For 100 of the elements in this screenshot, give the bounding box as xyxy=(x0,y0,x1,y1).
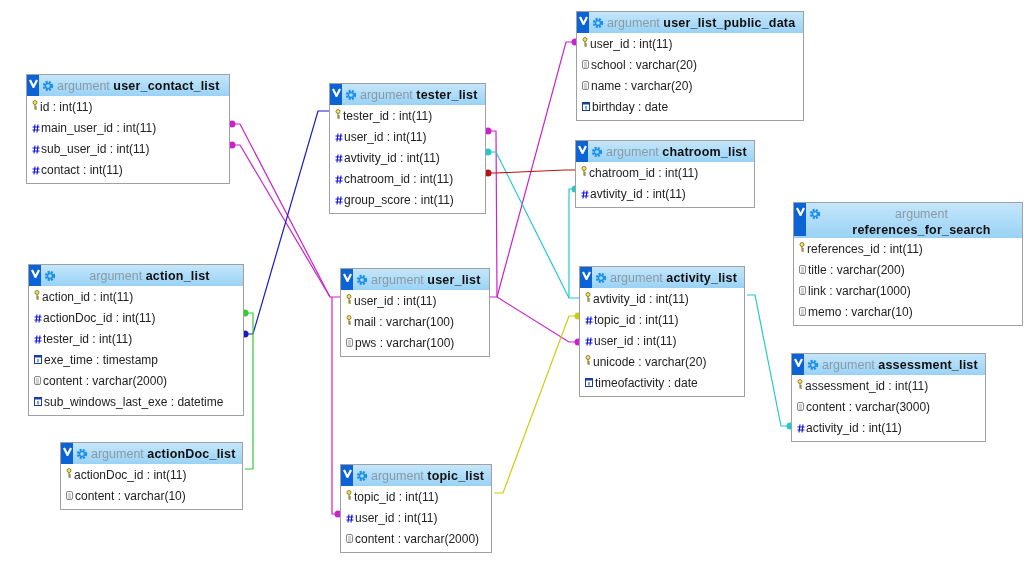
column-field: content : varchar(2000) xyxy=(43,374,168,388)
document-icon xyxy=(582,81,589,90)
schema-label: argument xyxy=(822,358,875,372)
document-icon xyxy=(66,491,73,500)
table-card[interactable]: argument user_list user_id : int(11) mail : varchar(100) pws : varchar(100) xyxy=(340,268,490,357)
column-field: user_id : int(11) xyxy=(354,294,437,308)
toggle-button[interactable] xyxy=(577,12,589,33)
column-field: birthday : date xyxy=(592,100,669,114)
document-icon xyxy=(799,265,806,274)
settings-icon[interactable] xyxy=(44,270,56,282)
column-field: exe_time : timestamp xyxy=(44,353,159,367)
settings-icon[interactable] xyxy=(356,274,368,286)
column-field: action_id : int(11) xyxy=(42,290,134,304)
key-icon xyxy=(581,166,587,176)
table-card[interactable]: argument user_list_public_data user_id : int(11) school : varchar(20) name : varchar(20) birthday : date xyxy=(576,11,804,121)
toggle-button[interactable] xyxy=(580,267,592,288)
table-name: user_list xyxy=(427,273,481,287)
column-field: content : varchar(2000) xyxy=(355,532,480,546)
schema-label: argument xyxy=(610,271,663,285)
column-field: memo : varchar(10) xyxy=(808,305,913,319)
settings-icon[interactable] xyxy=(345,89,357,101)
table-card[interactable]: argument chatroom_list chatroom_id : int(11) avtivity_id : int(11) xyxy=(575,140,755,208)
column-field: topic_id : int(11) xyxy=(594,313,679,327)
hash-icon xyxy=(335,196,343,205)
table-card[interactable]: argument actionDoc_list actionDoc_id : int(11) content : varchar(10) xyxy=(60,442,243,510)
document-icon xyxy=(346,534,353,543)
table-card[interactable]: argument tester_list tester_id : int(11) user_id : int(11) avtivity_id : int(11) chatroom_id : int(11) group_score : int(11) xyxy=(329,83,486,214)
schema-label: argument xyxy=(607,16,660,30)
column-field: id : int(11) xyxy=(40,100,93,114)
settings-icon[interactable] xyxy=(591,146,603,158)
column-field: avtivity_id : int(11) xyxy=(344,151,440,165)
hash-icon xyxy=(335,154,343,163)
column-field: content : varchar(3000) xyxy=(806,400,931,414)
hash-icon xyxy=(585,337,593,346)
chevron-icon xyxy=(62,447,72,456)
toggle-button[interactable] xyxy=(29,265,41,286)
key-icon xyxy=(585,292,591,302)
column-field: unicode : varchar(20) xyxy=(593,355,707,369)
column-field: link : varchar(1000) xyxy=(808,284,911,298)
key-icon xyxy=(585,355,591,365)
settings-icon[interactable] xyxy=(42,80,54,92)
key-icon xyxy=(582,37,588,47)
table-card[interactable]: argument references_for_search references_id : int(11) title : varchar(200) link : varchar(1000) memo : varchar(10) xyxy=(793,202,1023,326)
settings-icon[interactable] xyxy=(76,448,88,460)
chevron-icon xyxy=(28,79,38,88)
column-field: title : varchar(200) xyxy=(808,263,905,277)
settings-icon[interactable] xyxy=(592,17,604,29)
column-field: sub_windows_last_exe : datetime xyxy=(44,395,224,409)
column-field: avtivity_id : int(11) xyxy=(590,187,686,201)
toggle-button[interactable] xyxy=(61,443,73,464)
toggle-button[interactable] xyxy=(330,84,342,105)
column-field: main_user_id : int(11) xyxy=(41,121,157,135)
toggle-button[interactable] xyxy=(792,354,804,375)
document-icon xyxy=(582,60,589,69)
calendar-icon xyxy=(34,355,42,364)
chevron-icon xyxy=(331,88,341,97)
table-name: chatroom_list xyxy=(662,145,747,159)
table-name: tester_list xyxy=(416,88,478,102)
hash-icon xyxy=(32,145,40,154)
schema-label: argument xyxy=(895,206,948,222)
hash-icon xyxy=(335,175,343,184)
key-icon xyxy=(346,315,352,325)
settings-icon[interactable] xyxy=(595,272,607,284)
document-icon xyxy=(346,338,353,347)
hash-icon xyxy=(335,133,343,142)
hash-icon xyxy=(346,514,354,523)
key-icon xyxy=(797,379,803,389)
settings-icon[interactable] xyxy=(809,208,821,220)
column-field: group_score : int(11) xyxy=(344,193,454,207)
settings-icon[interactable] xyxy=(807,359,819,371)
schema-label: argument xyxy=(89,269,143,283)
column-field: tester_id : int(11) xyxy=(43,332,133,346)
table-card[interactable]: argument action_list action_id : int(11) actionDoc_id : int(11) tester_id : int(11) exe_time : timestamp content : varchar(2000) sub_windows_last_exe : datetime xyxy=(28,264,244,416)
column-field: tester_id : int(11) xyxy=(343,109,433,123)
settings-icon[interactable] xyxy=(356,470,368,482)
toggle-button[interactable] xyxy=(576,141,588,162)
schema-label: argument xyxy=(91,447,144,461)
key-icon xyxy=(335,109,341,119)
table-card[interactable]: argument topic_list topic_id : int(11) user_id : int(11) content : varchar(2000) xyxy=(340,464,492,553)
toggle-button[interactable] xyxy=(341,465,353,486)
column-field: user_id : int(11) xyxy=(594,334,677,348)
table-card[interactable]: argument user_contact_list id : int(11) main_user_id : int(11) sub_user_id : int(11) contact : int(11) xyxy=(26,74,230,184)
column-field: content : varchar(10) xyxy=(75,489,186,503)
hash-icon xyxy=(34,335,42,344)
calendar-icon xyxy=(34,397,42,406)
toggle-button[interactable] xyxy=(341,269,353,290)
table-card[interactable]: argument assessment_list assessment_id : int(11) content : varchar(3000) activity_id : int(11) xyxy=(791,353,986,442)
table-name: assessment_list xyxy=(878,358,978,372)
column-field: chatroom_id : int(11) xyxy=(344,172,454,186)
table-name: action_list xyxy=(145,269,210,283)
toggle-button[interactable] xyxy=(27,75,39,96)
column-field: references_id : int(11) xyxy=(807,242,923,256)
table-card[interactable]: argument activity_list avtivity_id : int(11) topic_id : int(11) user_id : int(11) unicode : varchar(20) timeofactivity : date xyxy=(579,266,745,397)
toggle-button[interactable] xyxy=(794,203,806,236)
column-field: topic_id : int(11) xyxy=(354,490,439,504)
key-icon xyxy=(34,290,40,300)
key-icon xyxy=(346,490,352,500)
key-icon xyxy=(66,468,72,478)
key-icon xyxy=(32,100,38,110)
chevron-icon xyxy=(581,271,591,280)
